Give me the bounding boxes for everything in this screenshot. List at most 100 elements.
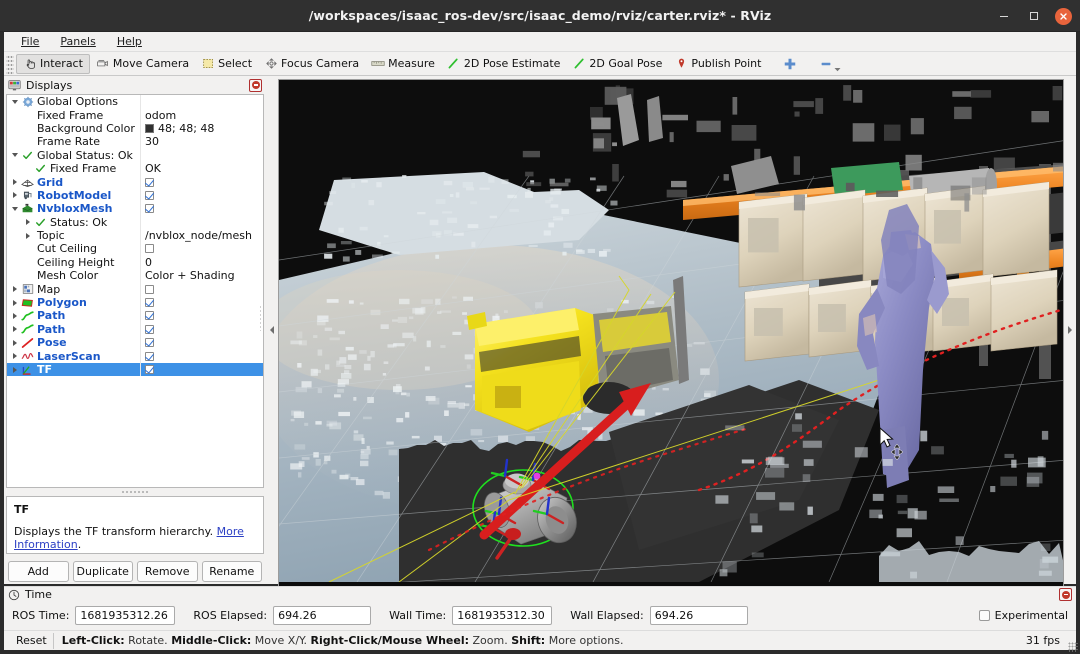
- tool-publish-point[interactable]: Publish Point: [668, 54, 767, 74]
- minimize-button[interactable]: [995, 7, 1013, 25]
- tree-row-value-cell[interactable]: [140, 323, 263, 336]
- 3d-render-view[interactable]: [278, 79, 1064, 587]
- tree-row-value-cell[interactable]: [140, 189, 263, 202]
- chevron-down-icon[interactable]: [9, 203, 21, 215]
- wall-elapsed-input[interactable]: 694.26: [650, 606, 748, 625]
- tree-row-value-cell[interactable]: /nvblox_node/mesh: [140, 229, 263, 242]
- chevron-right-icon[interactable]: [9, 350, 21, 362]
- chevron-down-icon[interactable]: [834, 62, 841, 75]
- tool-2d-goal-pose[interactable]: 2D Goal Pose: [566, 54, 668, 74]
- tree-row-checkbox[interactable]: [145, 244, 154, 253]
- tree-row-value-cell[interactable]: [140, 336, 263, 349]
- tree-row-frame-rate[interactable]: Frame Rate30: [7, 135, 263, 148]
- tree-row-polygon[interactable]: Polygon: [7, 296, 263, 309]
- tree-row-cut-ceiling[interactable]: Cut Ceiling: [7, 242, 263, 255]
- remove-button[interactable]: Remove: [137, 561, 198, 582]
- tree-row-checkbox[interactable]: [145, 204, 154, 213]
- tree-row-value-cell[interactable]: [140, 309, 263, 322]
- reset-button[interactable]: Reset: [10, 633, 54, 649]
- description-splitter[interactable]: [4, 488, 266, 496]
- tree-row-checkbox[interactable]: [145, 191, 154, 200]
- tree-row-value-cell[interactable]: [140, 242, 263, 255]
- tree-row-checkbox[interactable]: [145, 325, 154, 334]
- left-splitter[interactable]: [266, 76, 278, 584]
- tree-row-value-cell[interactable]: 48; 48; 48: [140, 122, 263, 135]
- displays-tree[interactable]: Global OptionsFixed FrameodomBackground …: [6, 94, 264, 488]
- chevron-right-icon[interactable]: [9, 297, 21, 309]
- tree-row-path[interactable]: Path: [7, 309, 263, 322]
- tree-scrollbar[interactable]: [258, 95, 263, 487]
- tree-row-grid[interactable]: Grid: [7, 175, 263, 188]
- tree-row-ceiling-height[interactable]: Ceiling Height0: [7, 256, 263, 269]
- tool-move-camera[interactable]: Move Camera: [90, 54, 195, 74]
- tree-row-laserscan[interactable]: LaserScan: [7, 349, 263, 362]
- tool-measure[interactable]: Measure: [365, 54, 441, 74]
- chevron-left-icon[interactable]: [270, 326, 274, 334]
- chevron-right-icon[interactable]: [9, 283, 21, 295]
- tool-add[interactable]: [777, 54, 803, 74]
- displays-panel-close-icon[interactable]: [249, 79, 262, 92]
- tree-row-background-color[interactable]: Background Color48; 48; 48: [7, 122, 263, 135]
- tree-row-value-cell[interactable]: Color + Shading: [140, 269, 263, 282]
- wall-time-input[interactable]: 1681935312.30: [452, 606, 552, 625]
- tree-row-topic[interactable]: Topic/nvblox_node/mesh: [7, 229, 263, 242]
- chevron-down-icon[interactable]: [9, 96, 21, 108]
- tree-row-fixed-frame[interactable]: Fixed FrameOK: [7, 162, 263, 175]
- tree-row-global-options[interactable]: Global Options: [7, 95, 263, 108]
- tree-row-value-cell[interactable]: 0: [140, 256, 263, 269]
- tree-row-path[interactable]: Path: [7, 323, 263, 336]
- chevron-right-icon[interactable]: [9, 189, 21, 201]
- tree-row-checkbox[interactable]: [145, 178, 154, 187]
- tool-remove[interactable]: [813, 54, 839, 74]
- tree-row-nvbloxmesh[interactable]: NvbloxMesh: [7, 202, 263, 215]
- menu-panels[interactable]: Panels: [51, 33, 104, 50]
- tree-row-value-cell[interactable]: OK: [140, 162, 263, 175]
- time-panel-close-icon[interactable]: [1059, 588, 1072, 601]
- tree-row-value-cell[interactable]: [140, 349, 263, 362]
- tree-row-value-cell[interactable]: [140, 296, 263, 309]
- render-canvas[interactable]: [279, 80, 1063, 586]
- tree-row-checkbox[interactable]: [145, 311, 154, 320]
- chevron-right-icon[interactable]: [9, 337, 21, 349]
- right-splitter[interactable]: [1064, 76, 1076, 584]
- tree-row-fixed-frame[interactable]: Fixed Frameodom: [7, 108, 263, 121]
- tree-row-global-status-ok[interactable]: Global Status: Ok: [7, 149, 263, 162]
- resize-grip[interactable]: [1068, 642, 1078, 652]
- tree-row-pose[interactable]: Pose: [7, 336, 263, 349]
- chevron-right-icon[interactable]: [22, 216, 34, 228]
- tree-row-value-cell[interactable]: [140, 202, 263, 215]
- menu-file[interactable]: File: [12, 33, 48, 50]
- tree-row-checkbox[interactable]: [145, 365, 154, 374]
- chevron-right-icon[interactable]: [9, 364, 21, 376]
- tree-row-value-cell[interactable]: [140, 175, 263, 188]
- tree-row-value-cell[interactable]: odom: [140, 108, 263, 121]
- tree-row-tf[interactable]: TF: [7, 363, 263, 376]
- tool-focus-camera[interactable]: Focus Camera: [258, 54, 365, 74]
- tool-2d-pose-estimate[interactable]: 2D Pose Estimate: [441, 54, 567, 74]
- tree-row-value-cell[interactable]: [140, 363, 263, 376]
- maximize-button[interactable]: [1025, 7, 1043, 25]
- tree-row-status-ok[interactable]: Status: Ok: [7, 216, 263, 229]
- rename-button[interactable]: Rename: [202, 561, 263, 582]
- chevron-right-icon[interactable]: [1068, 326, 1072, 334]
- color-swatch[interactable]: [145, 124, 154, 133]
- duplicate-button[interactable]: Duplicate: [73, 561, 134, 582]
- tree-row-checkbox[interactable]: [145, 285, 154, 294]
- tree-row-checkbox[interactable]: [145, 338, 154, 347]
- ros-time-input[interactable]: 1681935312.26: [75, 606, 175, 625]
- chevron-right-icon[interactable]: [22, 230, 34, 242]
- tree-row-map[interactable]: Map: [7, 282, 263, 295]
- tree-row-checkbox[interactable]: [145, 352, 154, 361]
- toolbar-grip[interactable]: [6, 54, 14, 74]
- tool-select[interactable]: Select: [195, 54, 258, 74]
- close-button[interactable]: [1055, 8, 1072, 25]
- add-button[interactable]: Add: [8, 561, 69, 582]
- menu-help[interactable]: Help: [108, 33, 151, 50]
- tool-interact[interactable]: Interact: [16, 54, 90, 74]
- chevron-right-icon[interactable]: [9, 310, 21, 322]
- tree-row-checkbox[interactable]: [145, 298, 154, 307]
- chevron-right-icon[interactable]: [9, 323, 21, 335]
- experimental-checkbox[interactable]: [979, 610, 990, 621]
- tree-row-value-cell[interactable]: [140, 282, 263, 295]
- tree-row-mesh-color[interactable]: Mesh ColorColor + Shading: [7, 269, 263, 282]
